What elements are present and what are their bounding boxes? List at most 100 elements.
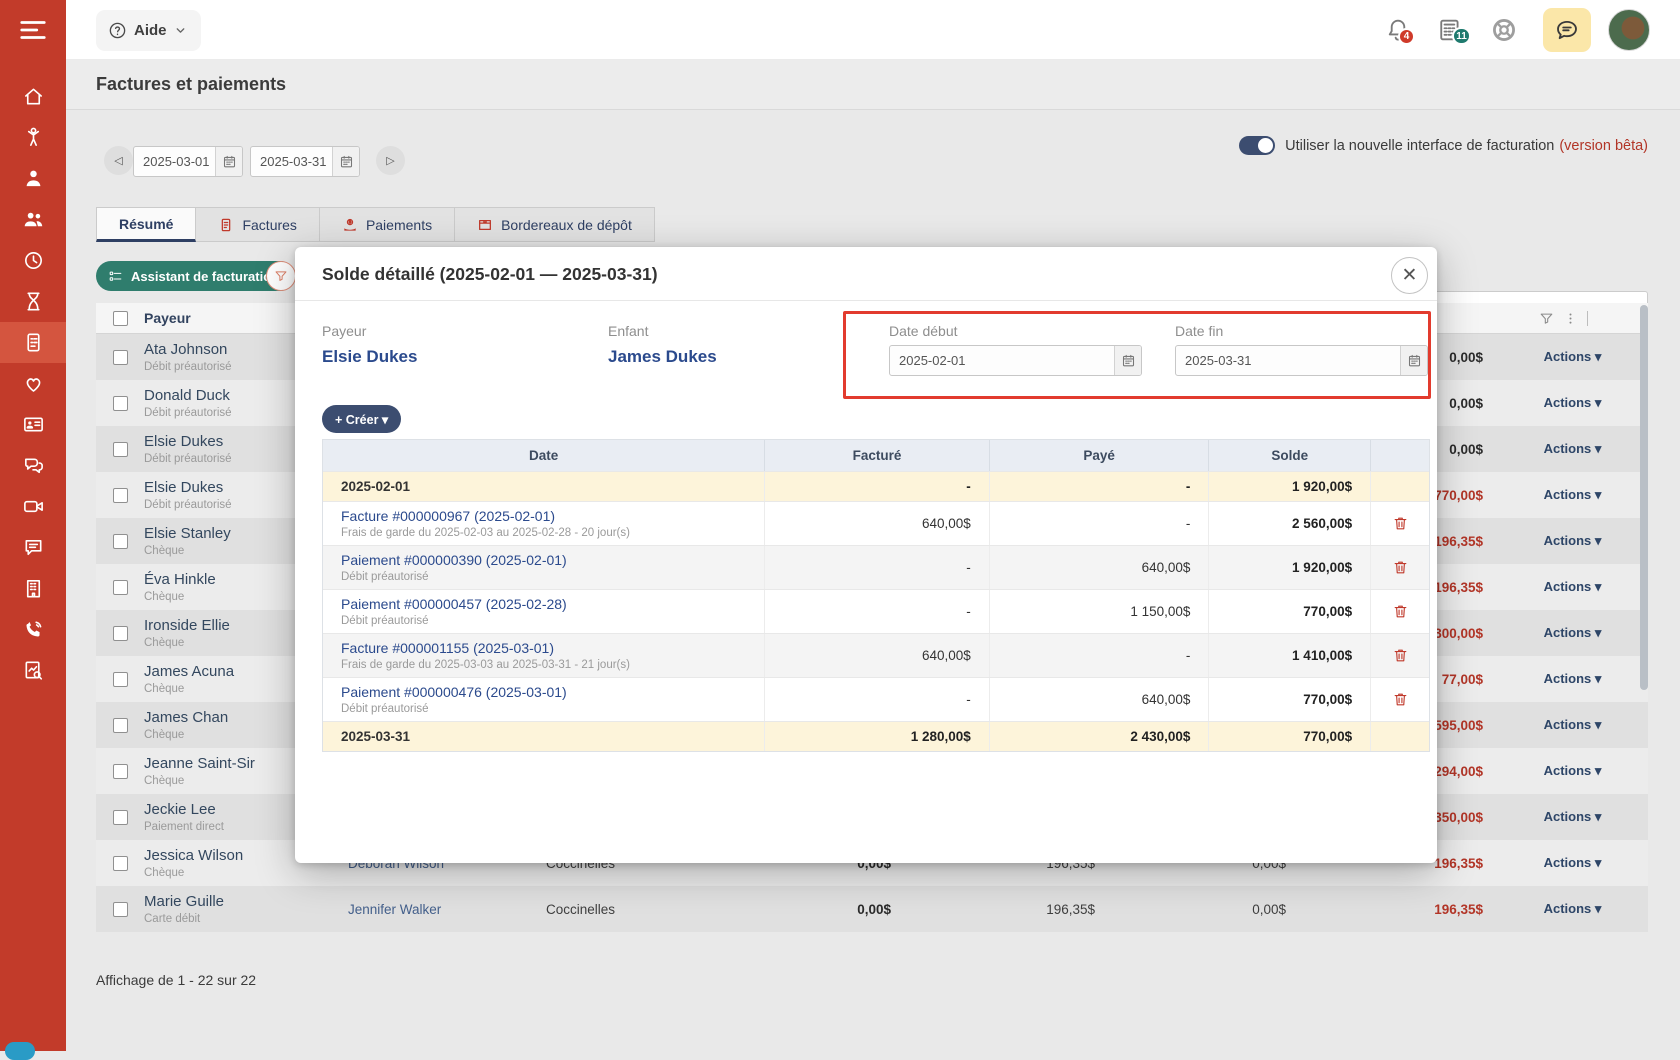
row-checkbox[interactable] (113, 534, 128, 549)
row-checkbox[interactable] (113, 580, 128, 595)
calendar-icon[interactable] (1400, 346, 1427, 375)
sidebar (0, 0, 66, 1051)
sidebar-item-people[interactable] (0, 199, 66, 240)
prev-period-button[interactable]: ◁ (104, 146, 133, 175)
invoiced-amount: 640,00$ (765, 502, 990, 545)
group-name: Coccinelles (546, 902, 700, 917)
chat-button[interactable] (1543, 8, 1591, 52)
actions-button[interactable]: Actions ▾ (1544, 395, 1602, 411)
sidebar-item-building[interactable] (0, 568, 66, 609)
sidebar-item-home[interactable] (0, 76, 66, 117)
avatar[interactable] (1608, 9, 1650, 51)
row-checkbox-cell (96, 350, 144, 365)
actions-button[interactable]: Actions ▾ (1544, 901, 1602, 917)
topbar: Aide 4 11 (66, 0, 1680, 60)
actions-button[interactable]: Actions ▾ (1544, 625, 1602, 641)
sidebar-item-educator[interactable] (0, 158, 66, 199)
filter-button[interactable] (266, 261, 296, 291)
select-all-checkbox[interactable] (113, 311, 128, 326)
balance-summary-row: 2025-02-01--1 920,00$ (323, 471, 1429, 501)
beta-toggle[interactable] (1239, 136, 1275, 155)
row-checkbox[interactable] (113, 672, 128, 687)
sidebar-item-clock[interactable] (0, 240, 66, 281)
next-period-button[interactable]: ▷ (376, 146, 405, 175)
row-checkbox[interactable] (113, 718, 128, 733)
delete-cell (1371, 546, 1429, 589)
actions-button[interactable]: Actions ▾ (1544, 855, 1602, 871)
row-checkbox[interactable] (113, 626, 128, 641)
sidebar-item-note[interactable] (0, 527, 66, 568)
row-checkbox[interactable] (113, 856, 128, 871)
delete-cell (1371, 678, 1429, 721)
row-checkbox[interactable] (113, 488, 128, 503)
close-button[interactable]: ✕ (1391, 257, 1428, 294)
actions-cell: Actions ▾ (1497, 854, 1648, 872)
calendar-icon[interactable] (215, 147, 242, 176)
calendar-icon[interactable] (1114, 346, 1141, 375)
actions-button[interactable]: Actions ▾ (1544, 763, 1602, 779)
calendar-icon[interactable] (332, 147, 359, 176)
actions-button[interactable]: Actions ▾ (1544, 671, 1602, 687)
entry-link[interactable]: Paiement #000000476 (2025-03-01) (341, 684, 567, 700)
trash-icon[interactable] (1392, 647, 1409, 664)
child-name-link[interactable]: Jennifer Walker (348, 902, 546, 917)
help-button[interactable]: Aide (96, 10, 201, 51)
messenger-peek[interactable] (5, 1042, 35, 1060)
date-from-input[interactable] (134, 147, 215, 176)
support-lifering-icon[interactable] (1490, 16, 1518, 44)
row-checkbox-cell (96, 856, 144, 871)
trash-icon[interactable] (1392, 515, 1409, 532)
entry-subtitle: Débit préautorisé (341, 615, 567, 627)
actions-button[interactable]: Actions ▾ (1544, 809, 1602, 825)
scrollbar-thumb[interactable] (1640, 305, 1648, 690)
actions-button[interactable]: Actions ▾ (1544, 579, 1602, 595)
payer-name-link[interactable]: Elsie Dukes (322, 347, 417, 367)
sidebar-item-video[interactable] (0, 486, 66, 527)
tab-label: Résumé (119, 216, 173, 232)
sidebar-item-billing[interactable] (0, 322, 66, 363)
trash-icon[interactable] (1392, 603, 1409, 620)
sidebar-item-heart[interactable] (0, 363, 66, 404)
entry-link[interactable]: Facture #000001155 (2025-03-01) (341, 640, 630, 656)
tab-bordereaux-de-depot[interactable]: Bordereaux de dépôt (455, 207, 655, 242)
row-checkbox[interactable] (113, 902, 128, 917)
menu-icon[interactable] (14, 15, 52, 45)
create-button[interactable]: + Créer ▾ (322, 405, 401, 433)
modal-date-start-input[interactable] (890, 346, 1114, 375)
entry-subtitle: Frais de garde du 2025-03-03 au 2025-03-… (341, 659, 630, 671)
sidebar-item-reports[interactable] (0, 650, 66, 691)
row-checkbox[interactable] (113, 810, 128, 825)
trash-icon[interactable] (1392, 559, 1409, 576)
hourglass-icon (22, 290, 45, 313)
trash-icon[interactable] (1392, 691, 1409, 708)
sidebar-item-hourglass[interactable] (0, 281, 66, 322)
actions-button[interactable]: Actions ▾ (1544, 487, 1602, 503)
actions-button[interactable]: Actions ▾ (1544, 533, 1602, 549)
date-to-input[interactable] (251, 147, 332, 176)
balance-detail-row: Facture #000000967 (2025-02-01)Frais de … (323, 501, 1429, 545)
row-checkbox[interactable] (113, 396, 128, 411)
sidebar-item-id-card[interactable] (0, 404, 66, 445)
row-checkbox[interactable] (113, 764, 128, 779)
tab-resume[interactable]: Résumé (96, 207, 196, 242)
entry-link[interactable]: Paiement #000000457 (2025-02-28) (341, 596, 567, 612)
entry-link[interactable]: Facture #000000967 (2025-02-01) (341, 508, 630, 524)
actions-button[interactable]: Actions ▾ (1544, 441, 1602, 457)
sidebar-item-phone[interactable] (0, 609, 66, 650)
actions-button[interactable]: Actions ▾ (1544, 349, 1602, 365)
kebab-menu-icon[interactable] (1563, 311, 1578, 326)
funnel-icon[interactable] (1539, 311, 1554, 326)
tab-factures[interactable]: Factures (196, 207, 319, 242)
summary-paid: 2 430,00$ (990, 722, 1210, 751)
row-checkbox[interactable] (113, 442, 128, 457)
modal-date-end-input[interactable] (1176, 346, 1400, 375)
tab-paiements[interactable]: Paiements (320, 207, 455, 242)
child-name-link[interactable]: James Dukes (608, 347, 717, 367)
actions-button[interactable]: Actions ▾ (1544, 717, 1602, 733)
delete-cell (1371, 502, 1429, 545)
modal-date-start-field (889, 345, 1142, 376)
row-checkbox[interactable] (113, 350, 128, 365)
entry-link[interactable]: Paiement #000000390 (2025-02-01) (341, 552, 567, 568)
sidebar-item-messages[interactable] (0, 445, 66, 486)
sidebar-item-child[interactable] (0, 117, 66, 158)
